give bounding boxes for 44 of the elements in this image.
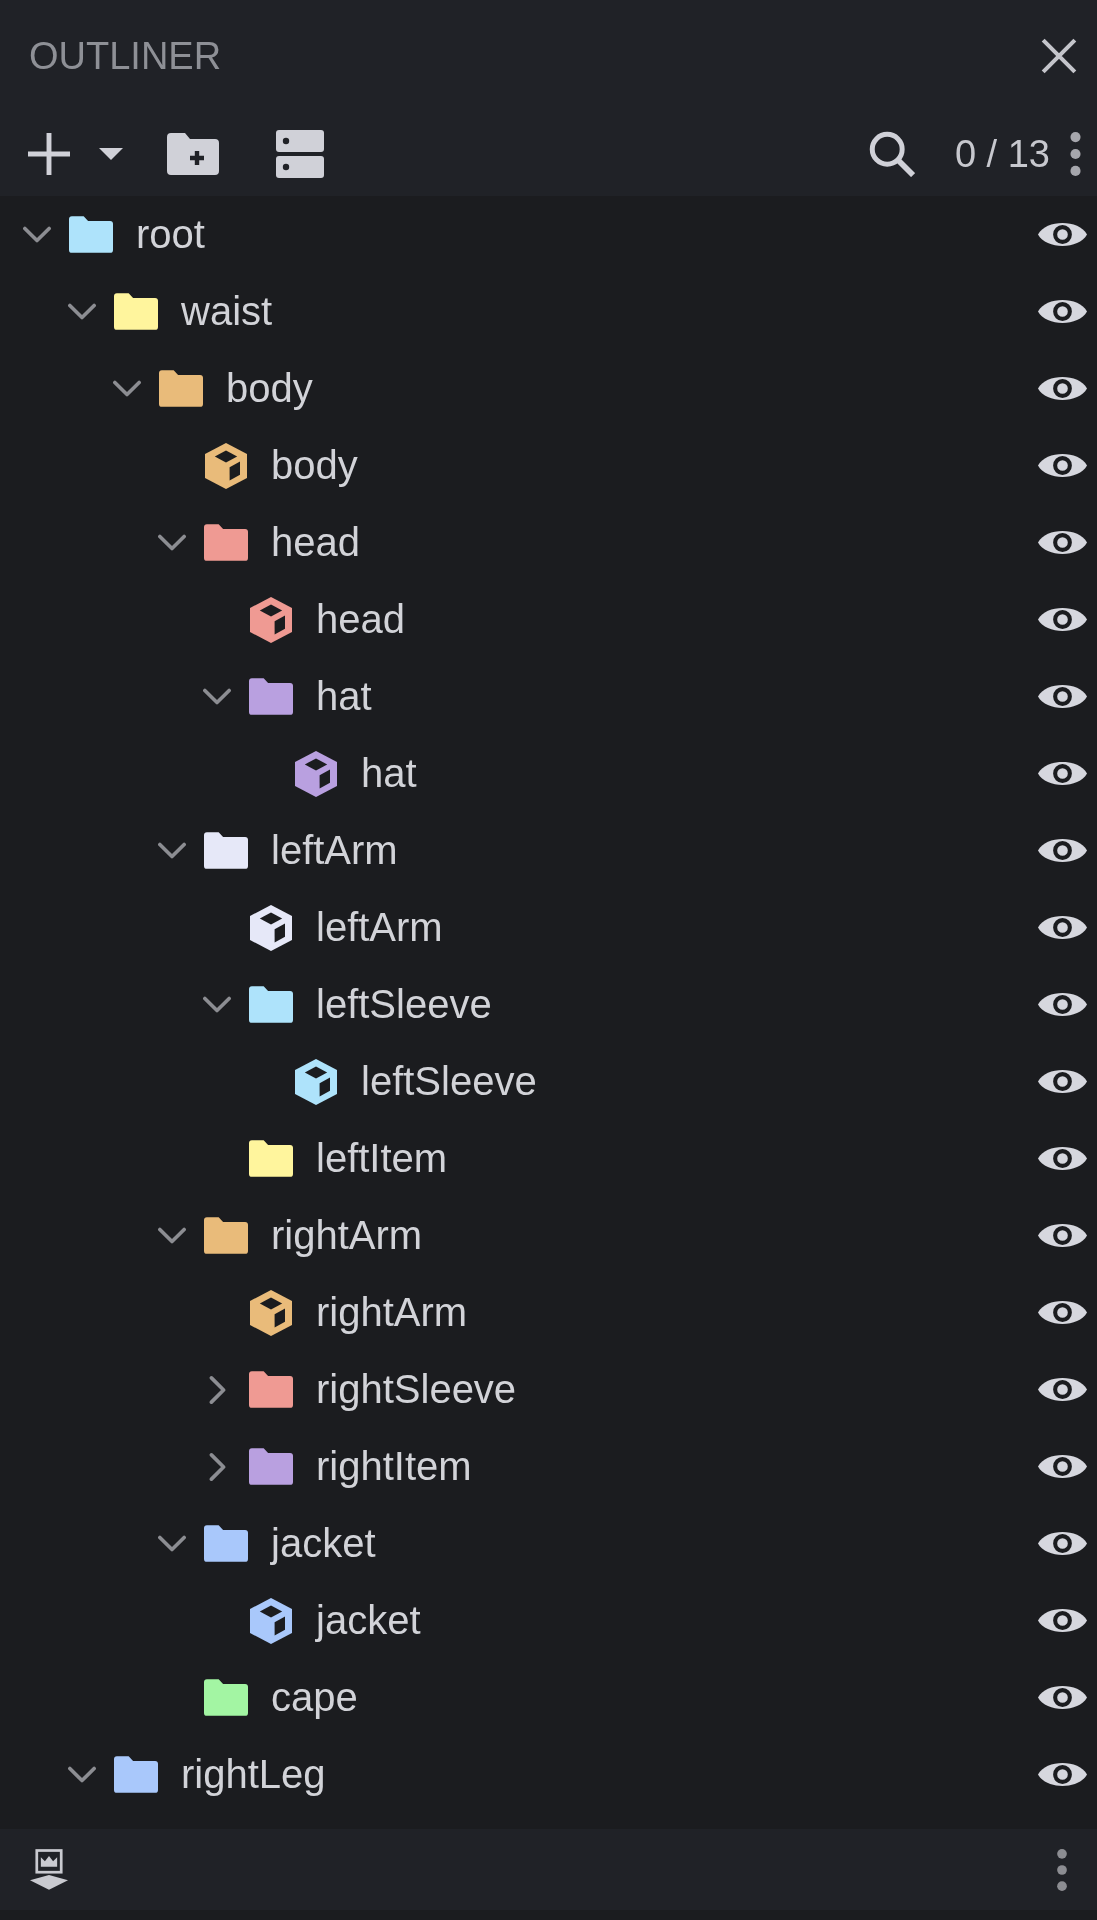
tree-item-label[interactable]: leftArm <box>271 828 398 873</box>
chevron-right-icon[interactable] <box>208 1374 226 1405</box>
tree-item-label[interactable]: jacket <box>316 1598 421 1643</box>
tree-item-label[interactable]: hat <box>361 751 417 796</box>
tree-item-label[interactable]: head <box>271 520 360 565</box>
tree-item-label[interactable]: hat <box>316 674 372 719</box>
tree-item-label[interactable]: rightSleeve <box>316 1367 517 1412</box>
more-options-icon[interactable] <box>1057 1848 1067 1891</box>
tree-item-label[interactable]: rightLeg <box>181 1752 326 1797</box>
tree-item-label[interactable]: leftSleeve <box>316 982 492 1027</box>
tree-item-label[interactable]: rightArm <box>316 1290 468 1335</box>
tree-item-label[interactable]: jacket <box>271 1521 376 1566</box>
chevron-down-icon[interactable] <box>157 534 187 551</box>
picture-arrow-icon[interactable] <box>30 1849 68 1890</box>
tree-item-label[interactable]: leftItem <box>316 1136 448 1181</box>
tree-item-label[interactable]: cape <box>271 1675 358 1720</box>
tree-item-label[interactable]: body <box>226 366 313 411</box>
chevron-down-icon[interactable] <box>112 380 142 397</box>
tree-item-label[interactable]: leftArm <box>316 905 443 950</box>
tree-item-label[interactable]: rightArm <box>271 1213 423 1258</box>
tree-item-label[interactable]: rightItem <box>316 1444 472 1489</box>
chevron-down-icon[interactable] <box>202 688 232 705</box>
match-counter: 0 / 13 <box>954 132 1050 176</box>
server-icon[interactable] <box>276 130 324 178</box>
chevron-down-icon[interactable] <box>22 226 52 243</box>
tree-item-label[interactable]: leftSleeve <box>361 1059 537 1104</box>
chevron-down-icon[interactable] <box>157 1227 187 1244</box>
tree-item-label[interactable]: body <box>271 443 358 488</box>
chevron-down-icon[interactable] <box>67 303 97 320</box>
tree-item-label[interactable]: head <box>316 597 405 642</box>
panel-title: OUTLINER <box>29 34 222 78</box>
chevron-down-icon[interactable] <box>67 1766 97 1783</box>
close-icon[interactable] <box>1040 37 1078 75</box>
more-options-icon[interactable] <box>1070 132 1081 176</box>
folder-plus-icon[interactable] <box>167 133 219 175</box>
caret-down-icon[interactable] <box>99 148 123 160</box>
plus-icon[interactable] <box>28 133 70 175</box>
chevron-down-icon[interactable] <box>157 1535 187 1552</box>
tree-item-label[interactable]: waist <box>181 289 273 334</box>
chevron-right-icon[interactable] <box>208 1451 226 1482</box>
tree-item-label[interactable]: root <box>136 212 205 257</box>
chevron-down-icon[interactable] <box>157 842 187 859</box>
chevron-down-icon[interactable] <box>202 996 232 1013</box>
search-icon[interactable] <box>868 131 915 177</box>
